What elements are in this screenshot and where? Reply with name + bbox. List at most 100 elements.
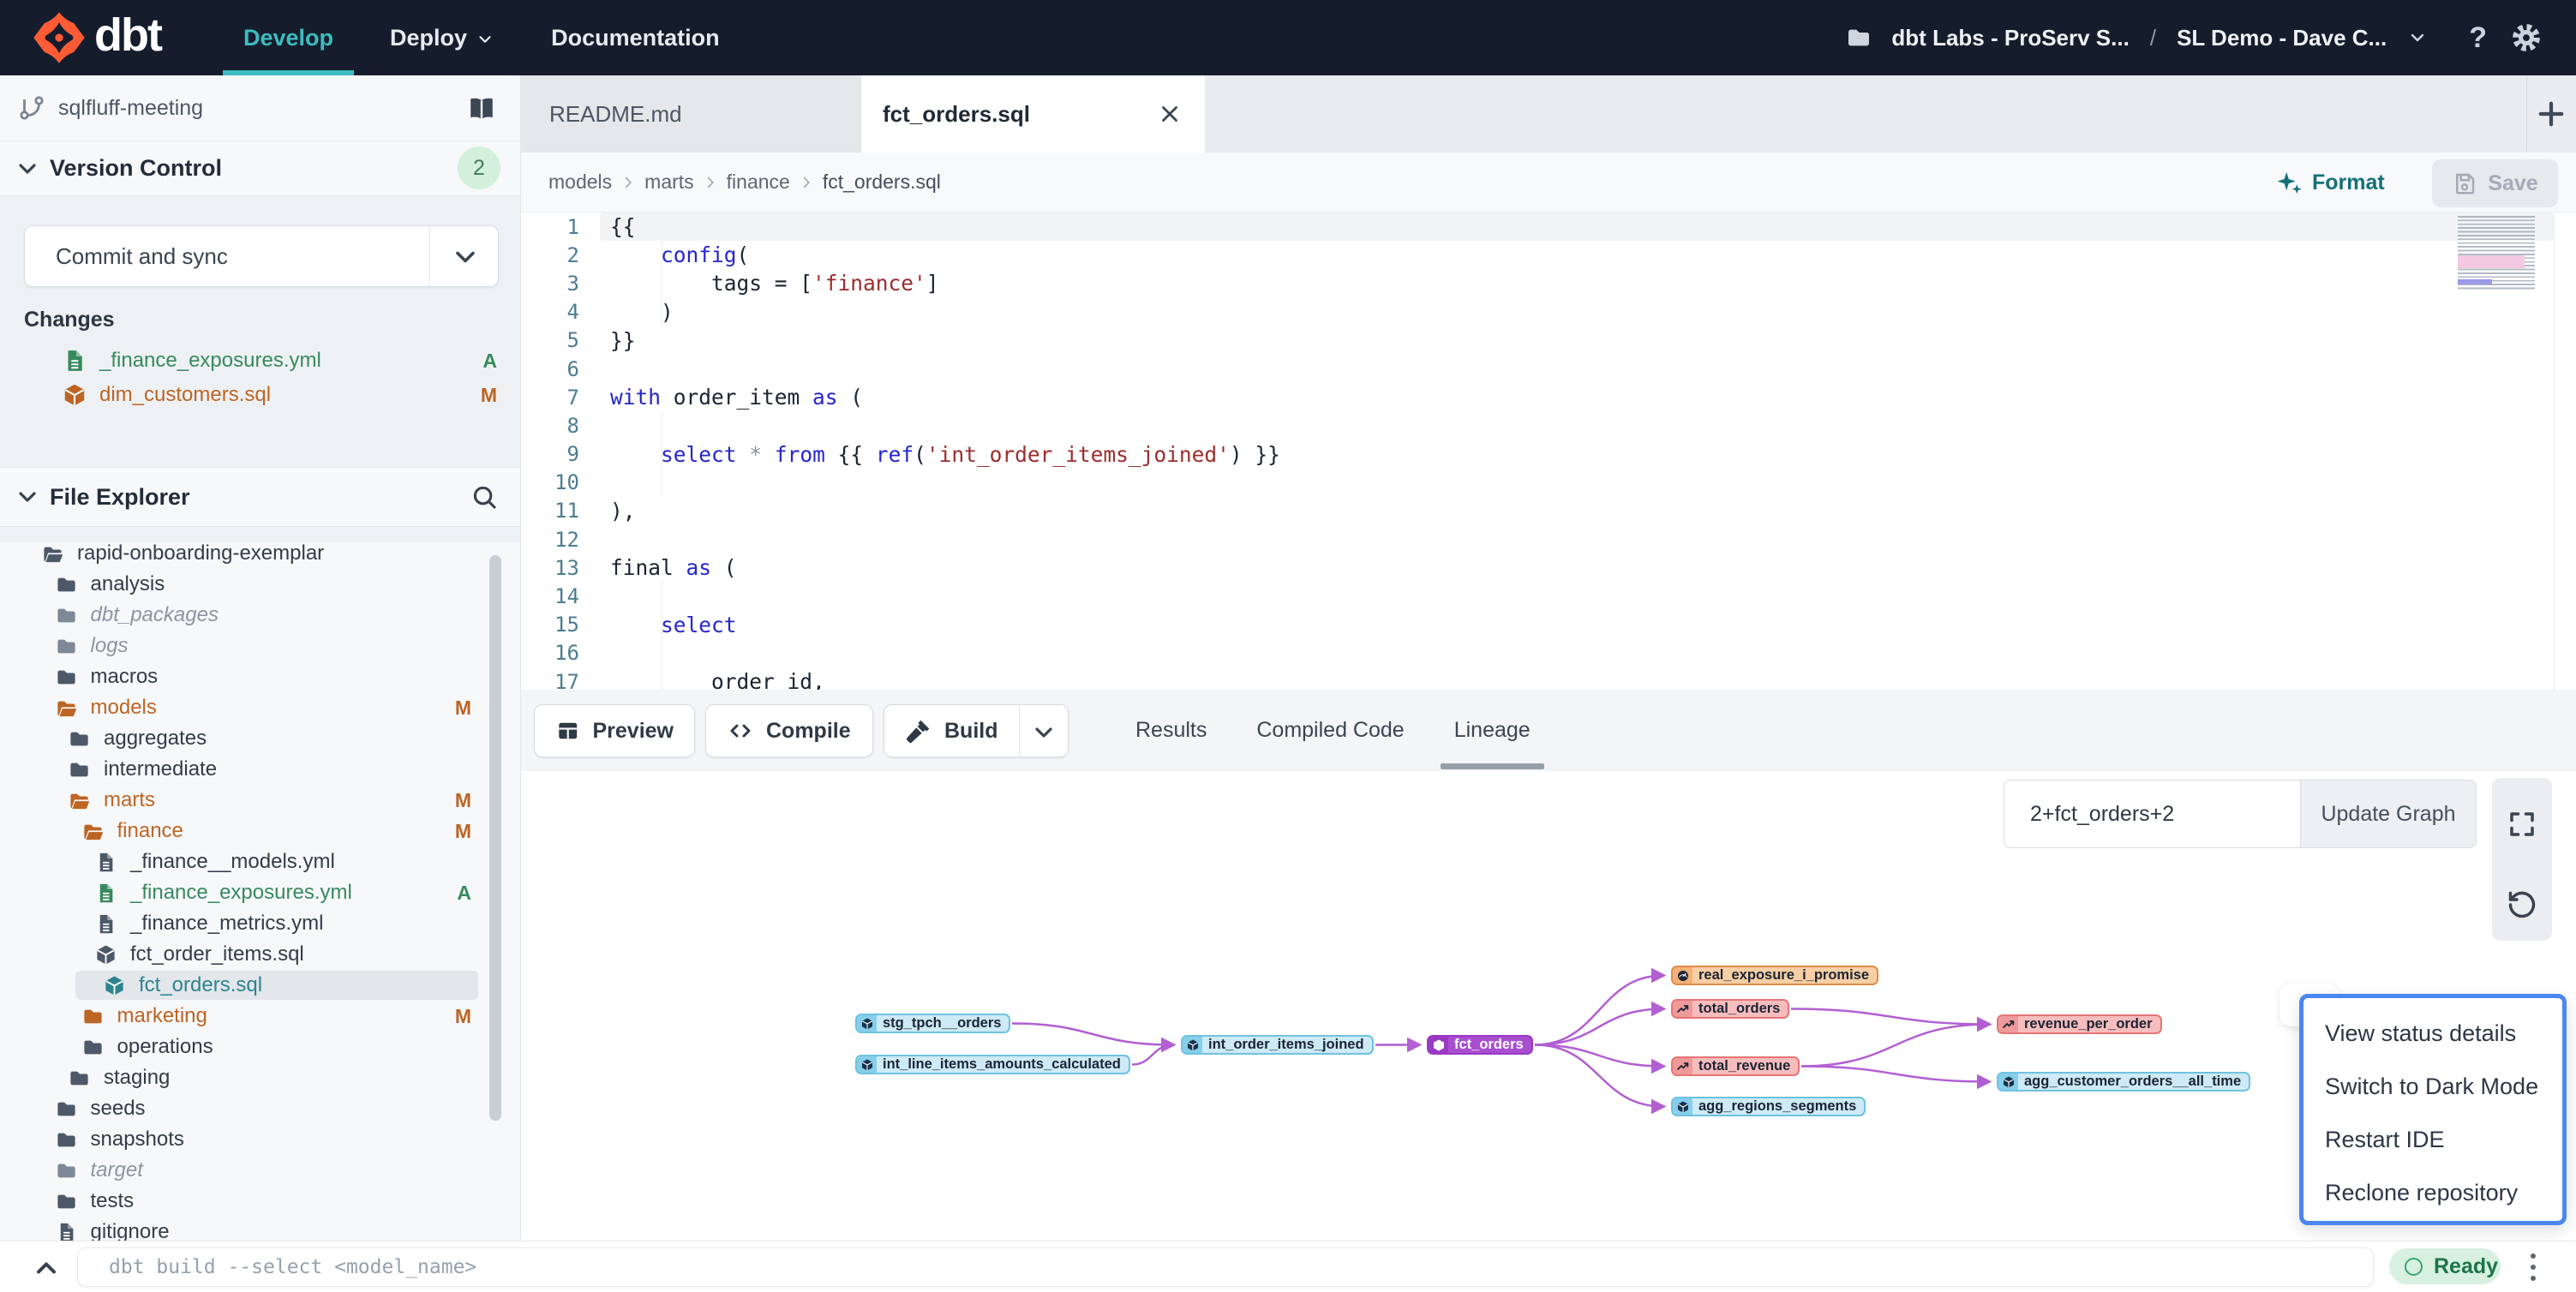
chevron-down-icon[interactable] — [450, 242, 481, 272]
context-menu-item[interactable]: Switch to Dark Mode — [2303, 1060, 2562, 1113]
changed-file-row[interactable]: dim_customers.sql M — [0, 378, 521, 412]
kebab-menu-icon[interactable] — [2525, 1249, 2542, 1285]
chevron-right-icon — [701, 173, 720, 192]
menu-item[interactable]: Documentation — [551, 0, 720, 75]
dbt-logo-text: dbt — [94, 9, 161, 62]
tree-item[interactable]: marts M — [0, 785, 521, 816]
breadcrumb-item[interactable]: fct_orders.sql — [823, 170, 941, 194]
table-grid-icon — [555, 717, 580, 745]
lineage-canvas[interactable]: stg_tpch__orders int_line_items_amounts_… — [521, 771, 2576, 1241]
tree-item[interactable]: macros — [0, 661, 521, 692]
tab-readme[interactable]: README.md — [521, 75, 861, 153]
new-tab-plus-icon[interactable] — [2533, 96, 2569, 132]
lineage-node[interactable]: int_order_items_joined — [1181, 1035, 1374, 1055]
breadcrumb-item[interactable]: models — [548, 170, 644, 194]
lineage-node[interactable]: revenue_per_order — [1997, 1014, 2162, 1034]
tree-item[interactable]: aggregates — [0, 723, 521, 754]
breadcrumb: models marts finance fct_orders.sql — [548, 170, 941, 194]
version-control-header[interactable]: Version Control 2 — [0, 141, 521, 195]
git-status-badge: M — [455, 1005, 471, 1028]
breadcrumb-item[interactable]: finance — [727, 170, 823, 194]
tree-item[interactable]: rapid-onboarding-exemplar — [0, 538, 521, 569]
lineage-node[interactable]: real_exposure_i_promise — [1671, 966, 1878, 985]
tree-item[interactable]: dbt_packages — [0, 600, 521, 631]
compile-button[interactable]: Compile — [705, 704, 873, 757]
chevron-up-icon[interactable] — [31, 1253, 62, 1283]
panel-tab[interactable]: Results — [1135, 690, 1207, 771]
commit-and-sync-button[interactable]: Commit and sync — [24, 225, 499, 287]
tree-item-label: _finance__models.yml — [130, 850, 335, 874]
panel-tab[interactable]: Compiled Code — [1256, 690, 1404, 771]
git-status-badge: A — [457, 882, 471, 905]
tree-item[interactable]: target — [0, 1155, 521, 1186]
status-badge[interactable]: Ready — [2389, 1248, 2501, 1284]
code-brackets-icon — [727, 717, 754, 745]
tree-item[interactable]: gitignore — [0, 1217, 521, 1241]
tab-fct-orders[interactable]: fct_orders.sql — [861, 75, 1205, 153]
save-button[interactable]: Save — [2432, 159, 2558, 207]
lineage-node[interactable]: agg_customer_orders__all_time — [1997, 1072, 2250, 1092]
tree-item[interactable]: fct_orders.sql — [0, 970, 521, 1001]
format-label: Format — [2312, 170, 2385, 195]
code-editor[interactable]: 1{{2 config(3 tags = ['finance']4 )5}}67… — [521, 212, 2576, 690]
code-line: 5}} — [521, 326, 2576, 355]
build-button[interactable]: Build — [884, 704, 1069, 757]
lineage-node[interactable]: stg_tpch__orders — [855, 1014, 1010, 1033]
dbt-logo[interactable]: dbt — [33, 11, 195, 64]
menu-item[interactable]: Develop — [243, 0, 333, 75]
tree-item[interactable]: seeds — [0, 1093, 521, 1124]
docs-book-icon[interactable] — [464, 93, 499, 123]
context-menu-item[interactable]: View status details — [2303, 1007, 2562, 1060]
menu-item[interactable]: Deploy — [390, 0, 494, 75]
tree-item[interactable]: marketing M — [0, 1001, 521, 1032]
close-icon[interactable] — [1157, 101, 1183, 127]
settings-gear-icon[interactable] — [2511, 22, 2542, 53]
panel-tab[interactable]: Lineage — [1454, 690, 1531, 771]
fullscreen-icon[interactable] — [2507, 809, 2537, 840]
preview-button[interactable]: Preview — [534, 704, 695, 757]
node-type-icon — [1676, 1002, 1690, 1016]
lineage-node[interactable]: total_orders — [1671, 999, 1789, 1019]
tree-item[interactable]: snapshots — [0, 1124, 521, 1155]
account-name[interactable]: dbt Labs - ProServ S... — [1891, 25, 2129, 51]
reset-rotate-ccw-icon[interactable] — [2507, 889, 2537, 920]
tree-item-label: operations — [117, 1035, 213, 1059]
search-icon[interactable] — [470, 482, 499, 511]
context-menu-item[interactable]: Restart IDE — [2303, 1113, 2562, 1166]
update-graph-button[interactable]: Update Graph — [2301, 780, 2477, 848]
code-line: 15 select — [521, 611, 2576, 639]
tree-item[interactable]: fct_order_items.sql — [0, 939, 521, 970]
tree-item[interactable]: operations — [0, 1032, 521, 1062]
chevron-down-icon[interactable] — [1030, 719, 1057, 746]
tree-item[interactable]: logs — [0, 631, 521, 661]
chevron-down-icon[interactable] — [2407, 27, 2428, 48]
project-name[interactable]: SL Demo - Dave C... — [2177, 25, 2387, 51]
tree-item[interactable]: _finance_exposures.yml A — [0, 877, 521, 908]
scrollbar-thumb[interactable] — [489, 555, 501, 1121]
lineage-node[interactable]: fct_orders — [1427, 1035, 1533, 1055]
tree-item[interactable]: finance M — [0, 816, 521, 846]
format-button[interactable]: Format — [2274, 153, 2385, 212]
node-label: total_orders — [1692, 1001, 1788, 1017]
breadcrumb-item[interactable]: marts — [644, 170, 727, 194]
file-explorer-header[interactable]: File Explorer — [0, 467, 521, 527]
changed-file-row[interactable]: _finance_exposures.yml A — [0, 344, 521, 378]
lineage-node[interactable]: int_line_items_amounts_calculated — [855, 1055, 1130, 1074]
lineage-node[interactable]: total_revenue — [1671, 1056, 1800, 1076]
tree-item[interactable]: tests — [0, 1186, 521, 1217]
context-menu-item[interactable]: Reclone repository — [2303, 1166, 2562, 1219]
context-menu-label: View status details — [2325, 1020, 2516, 1047]
tree-item[interactable]: intermediate — [0, 754, 521, 785]
tree-item[interactable]: analysis — [0, 569, 521, 600]
tree-item[interactable]: models M — [0, 692, 521, 723]
minimap[interactable] — [2458, 216, 2535, 290]
tree-item[interactable]: _finance__models.yml — [0, 846, 521, 877]
tree-item[interactable]: _finance_metrics.yml — [0, 908, 521, 939]
lineage-node[interactable]: agg_regions_segments — [1671, 1097, 1866, 1116]
tree-item[interactable]: staging — [0, 1062, 521, 1093]
dbt-command-input[interactable]: dbt build --select <model_name> — [77, 1247, 2374, 1287]
context-menu-label: Restart IDE — [2325, 1127, 2445, 1153]
panel-tab-label: Compiled Code — [1256, 718, 1404, 743]
lineage-selector-input[interactable]: 2+fct_orders+2 — [2004, 780, 2301, 848]
help-button[interactable]: ? — [2469, 21, 2487, 55]
